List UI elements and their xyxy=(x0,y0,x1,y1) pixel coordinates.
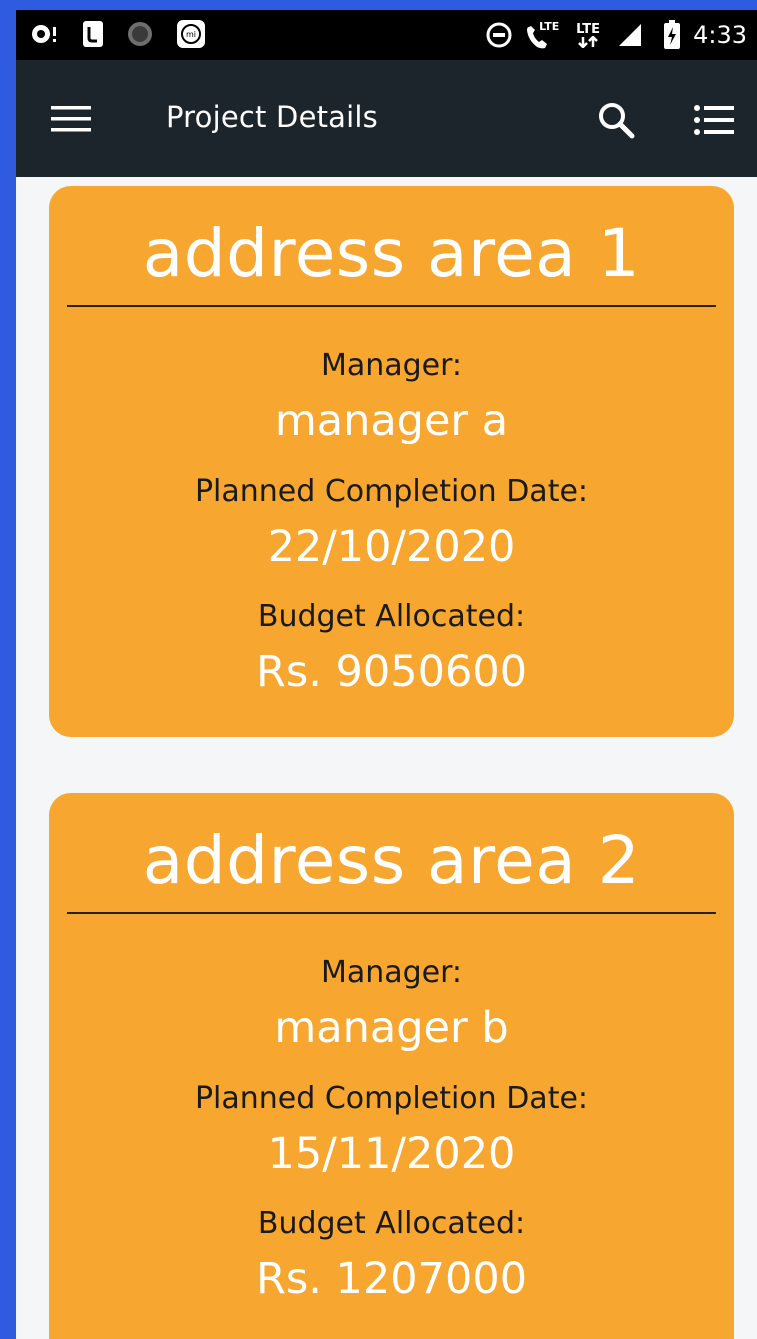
lte-label-2: LTE xyxy=(576,21,601,37)
card-divider xyxy=(67,305,716,307)
budget-label: Budget Allocated: xyxy=(257,1206,526,1241)
completion-date-value: 15/11/2020 xyxy=(267,1129,516,1179)
status-bar: mi LTE LTE 4:33 xyxy=(16,10,757,60)
phone-icon xyxy=(82,20,104,48)
budget-value: Rs. 9050600 xyxy=(255,647,528,697)
manager-label: Manager: xyxy=(320,348,463,383)
project-title: address area 1 xyxy=(142,215,641,292)
list-view-button[interactable] xyxy=(690,96,738,144)
menu-button[interactable] xyxy=(50,99,92,139)
list-icon xyxy=(694,105,734,135)
volte-call-icon: LTE xyxy=(525,20,559,50)
app-bar: Project Details xyxy=(16,60,757,177)
search-button[interactable] xyxy=(592,96,640,144)
circle-dot-icon xyxy=(126,20,154,48)
page-title: Project Details xyxy=(166,100,378,134)
manager-value: manager b xyxy=(274,1003,509,1053)
card-divider xyxy=(67,912,716,914)
menu-icon xyxy=(51,106,91,132)
project-card[interactable]: address area 1 Manager: manager a Planne… xyxy=(49,186,734,737)
manager-label: Manager: xyxy=(320,955,463,990)
mi-icon: mi xyxy=(176,19,206,49)
notification-dot-icon xyxy=(30,21,60,47)
svg-text:mi: mi xyxy=(186,30,196,39)
budget-value: Rs. 1207000 xyxy=(255,1254,528,1304)
lte-signal-icon: LTE xyxy=(571,23,605,48)
project-title: address area 2 xyxy=(142,822,641,899)
battery-charging-icon xyxy=(663,20,681,50)
completion-date-label: Planned Completion Date: xyxy=(194,1081,589,1116)
signal-icon xyxy=(617,22,643,48)
budget-label: Budget Allocated: xyxy=(257,599,526,634)
project-card[interactable]: address area 2 Manager: manager b Planne… xyxy=(49,793,734,1339)
completion-date-value: 22/10/2020 xyxy=(267,522,516,572)
dnd-icon xyxy=(485,21,513,49)
status-time: 4:33 xyxy=(693,21,747,49)
completion-date-label: Planned Completion Date: xyxy=(194,474,589,509)
search-icon xyxy=(599,103,635,139)
phone-screen: mi LTE LTE 4:33 Project Details address … xyxy=(16,10,757,1339)
lte-label-1: LTE xyxy=(539,20,560,33)
manager-value: manager a xyxy=(274,396,509,446)
